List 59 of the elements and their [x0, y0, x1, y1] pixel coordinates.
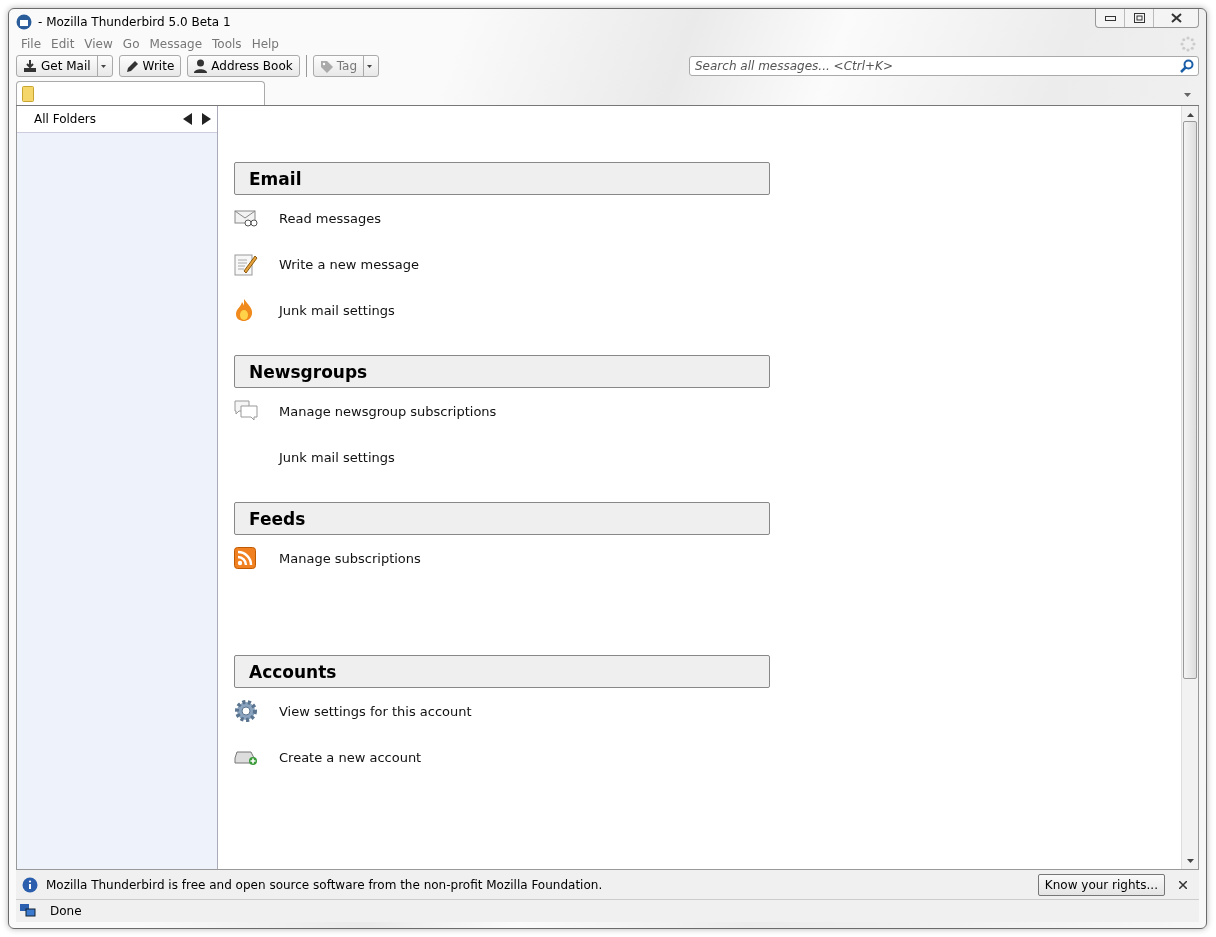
action-link[interactable]: Manage newsgroup subscriptions	[279, 403, 497, 419]
toolbar-button[interactable]: Address Book	[187, 55, 300, 77]
search-field[interactable]: Search all messages... <Ctrl+K>	[689, 56, 1199, 76]
menu-item[interactable]: Message	[144, 37, 208, 51]
action-link[interactable]: Write a new message	[279, 256, 419, 272]
status-text: Done	[50, 904, 82, 918]
search-icon[interactable]	[1180, 59, 1194, 73]
maximize-icon	[1133, 13, 1145, 23]
caret-icon	[100, 64, 106, 68]
menu-item[interactable]: Edit	[46, 37, 80, 51]
info-icon	[22, 876, 38, 893]
tag-icon	[319, 59, 333, 73]
scrollbar-thumb[interactable]	[1183, 121, 1197, 679]
pencil-icon	[125, 59, 139, 73]
toolbar-button[interactable]: Tag	[312, 55, 380, 77]
menu-item[interactable]: Go	[117, 37, 145, 51]
know-rights-button[interactable]: Know your rights...	[1037, 873, 1165, 896]
network-computers-icon	[20, 904, 36, 918]
section-header: Accounts	[234, 655, 770, 688]
folder-icon	[22, 85, 34, 102]
app-logo-icon	[16, 14, 32, 30]
notification-message: Mozilla Thunderbird is free and open source software from the non-profit Mozilla Foundation.	[46, 877, 604, 892]
person-icon	[194, 59, 208, 73]
gear-icon	[234, 699, 258, 723]
section-header: Feeds	[234, 502, 770, 535]
action-link[interactable]: Read messages	[279, 210, 381, 226]
menu-item[interactable]: Help	[246, 37, 284, 51]
envelope-glasses-icon	[234, 209, 258, 227]
flame-icon	[234, 298, 254, 322]
menu-item[interactable]: Tools	[207, 37, 247, 51]
toolbar-button[interactable]: Write	[118, 55, 182, 77]
close-icon	[1170, 13, 1182, 23]
menu-item[interactable]: File	[16, 37, 47, 51]
window-title: - Mozilla Thunderbird 5.0 Beta 1	[38, 15, 232, 29]
notepad-pencil-icon	[234, 252, 258, 276]
scroll-up-icon	[1186, 113, 1194, 117]
action-link[interactable]: View settings for this account	[279, 703, 472, 719]
left-arrow-icon[interactable]	[183, 113, 192, 125]
action-link[interactable]: Junk mail settings	[279, 302, 395, 318]
right-arrow-icon[interactable]	[202, 113, 211, 125]
download-tray-icon	[23, 59, 37, 73]
action-link[interactable]: Junk mail settings	[279, 449, 395, 465]
action-link[interactable]: Create a new account	[279, 749, 422, 765]
folder-pane-title: All Folders	[34, 112, 98, 126]
menu-item[interactable]: View	[79, 37, 118, 51]
section-header: Newsgroups	[234, 355, 770, 388]
action-link[interactable]: Manage subscriptions	[279, 550, 421, 566]
caret-icon	[367, 64, 373, 68]
speech-bubbles-icon	[234, 400, 258, 422]
scroll-down-icon	[1186, 859, 1194, 863]
minimize-icon	[1104, 15, 1116, 21]
section-header: Email	[234, 162, 770, 195]
drive-plus-icon	[234, 748, 258, 766]
close-icon[interactable]	[1179, 880, 1187, 889]
rss-feed-icon	[234, 547, 256, 569]
activity-spinner-icon	[1180, 36, 1196, 52]
toolbar-button[interactable]: Get Mail	[16, 55, 113, 77]
caret-icon[interactable]	[1184, 93, 1191, 97]
scrollbar[interactable]	[1181, 106, 1198, 869]
